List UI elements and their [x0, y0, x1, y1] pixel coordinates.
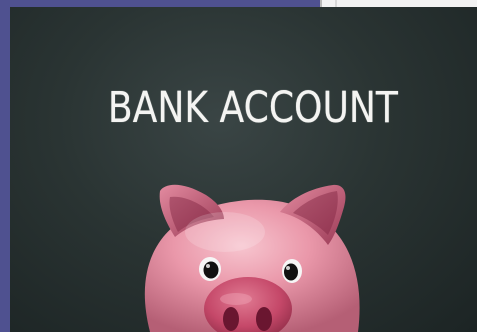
background-window-edge [320, 0, 477, 7]
photo-headline: BANK ACCOUNT [107, 83, 399, 133]
window-frame-top [0, 0, 320, 7]
pig-nostril-left [223, 307, 239, 331]
bank-account-photo: BANK ACCOUNT [10, 7, 477, 332]
pig-nostril-right [256, 307, 272, 331]
window-divider [335, 0, 337, 7]
screen: BANK ACCOUNT [0, 0, 477, 332]
piggy-bank-illustration [144, 184, 360, 332]
